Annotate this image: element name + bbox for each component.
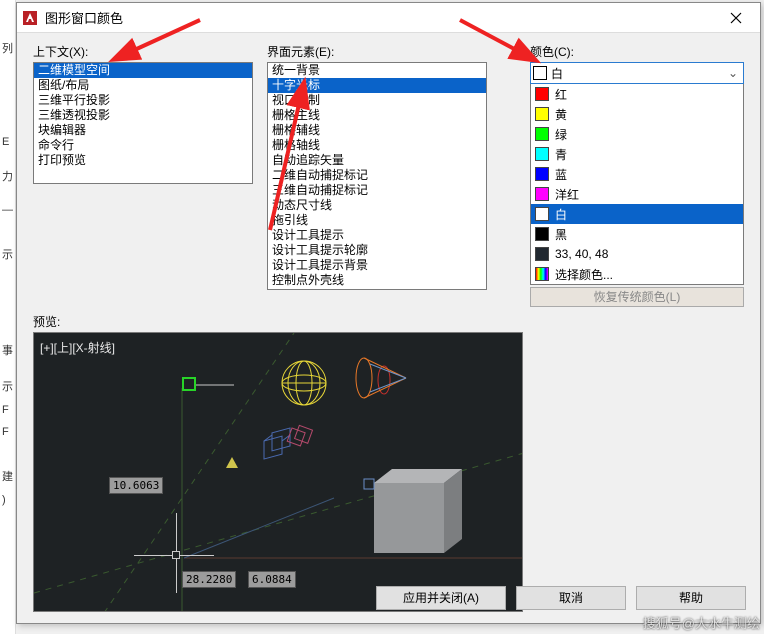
color-option-label: 蓝 [555, 166, 567, 183]
context-item[interactable]: 命令行 [34, 138, 252, 153]
color-option[interactable]: 黑 [531, 224, 743, 244]
color-swatch [535, 227, 549, 241]
color-option-label: 选择颜色... [555, 266, 613, 283]
dimension-value-3: 6.0884 [248, 571, 296, 588]
color-option-label: 红 [555, 86, 567, 103]
app-logo-icon [21, 9, 39, 27]
color-dropdown[interactable]: 红黄绿青蓝洋红白黑 33, 40, 48 选择颜色... [530, 84, 744, 285]
watermark: 搜狐号@大水牛测绘 [643, 613, 760, 632]
restore-colors-button[interactable]: 恢复传统颜色(L) [530, 287, 744, 307]
color-swatch [535, 267, 549, 281]
preview-viewport: [+][上][X-射线] [33, 332, 523, 612]
apply-close-button[interactable]: 应用并关闭(A) [376, 586, 506, 610]
color-option[interactable]: 选择颜色... [531, 264, 743, 284]
context-item[interactable]: 图纸/布局 [34, 78, 252, 93]
color-swatch [535, 187, 549, 201]
close-icon [730, 12, 742, 24]
selected-color-text: 白 [551, 65, 563, 82]
color-option-label: 33, 40, 48 [555, 247, 608, 261]
background-fragment: 列 E 力 — 示 事 示 F F 建 ) [0, 0, 16, 634]
element-item[interactable]: 栅格辅线 [268, 123, 486, 138]
color-option-label: 青 [555, 146, 567, 163]
color-swatch [535, 127, 549, 141]
element-item[interactable]: 统一背景 [268, 63, 486, 78]
titlebar: 图形窗口颜色 [17, 3, 760, 33]
color-option[interactable]: 黄 [531, 104, 743, 124]
element-item[interactable]: 自动追踪矢量 [268, 153, 486, 168]
chevron-down-icon: ⌄ [725, 66, 741, 80]
color-option-label: 黄 [555, 106, 567, 123]
element-item[interactable]: 设计工具提示背景 [268, 258, 486, 273]
color-option-label: 黑 [555, 226, 567, 243]
color-option[interactable]: 蓝 [531, 164, 743, 184]
help-button[interactable]: 帮助 [636, 586, 746, 610]
context-listbox[interactable]: 二维模型空间图纸/布局三维平行投影三维透视投影块编辑器命令行打印预览 [33, 62, 253, 184]
element-item[interactable]: 控制点外壳线 [268, 273, 486, 288]
color-label: 颜色(C): [530, 43, 744, 60]
color-option-label: 洋红 [555, 186, 579, 203]
color-swatch [535, 247, 549, 261]
color-dialog: 图形窗口颜色 上下文(X): 二维模型空间图纸/布局三维平行投影三维透视投影块编… [16, 2, 761, 624]
element-item[interactable]: 设计工具提示轮廓 [268, 243, 486, 258]
context-item[interactable]: 二维模型空间 [34, 63, 252, 78]
color-swatch [535, 87, 549, 101]
color-option-label: 绿 [555, 126, 567, 143]
color-select[interactable]: 白 ⌄ [530, 62, 744, 84]
element-item[interactable]: 十字光标 [268, 78, 486, 93]
triangle-marker [226, 457, 238, 468]
element-item[interactable]: 栅格轴线 [268, 138, 486, 153]
color-swatch [535, 107, 549, 121]
element-listbox[interactable]: 统一背景十字光标视口控制栅格主线栅格辅线栅格轴线自动追踪矢量二维自动捕捉标记三维… [267, 62, 487, 290]
close-button[interactable] [716, 4, 756, 32]
cancel-button[interactable]: 取消 [516, 586, 626, 610]
color-swatch [535, 147, 549, 161]
element-item[interactable]: 栅格主线 [268, 108, 486, 123]
element-item[interactable]: 三维自动捕捉标记 [268, 183, 486, 198]
color-option[interactable]: 33, 40, 48 [531, 244, 743, 264]
context-label: 上下文(X): [33, 43, 253, 60]
context-item[interactable]: 三维平行投影 [34, 93, 252, 108]
context-item[interactable]: 打印预览 [34, 153, 252, 168]
color-option-label: 白 [555, 206, 567, 223]
dimension-value-1: 10.6063 [109, 477, 163, 494]
color-option[interactable]: 绿 [531, 124, 743, 144]
color-option[interactable]: 白 [531, 204, 743, 224]
color-option[interactable]: 青 [531, 144, 743, 164]
color-swatch [535, 207, 549, 221]
element-item[interactable]: 拖引线 [268, 213, 486, 228]
preview-label: 预览: [33, 313, 744, 330]
context-item[interactable]: 块编辑器 [34, 123, 252, 138]
dimension-value-2: 28.2280 [182, 571, 236, 588]
context-item[interactable]: 三维透视投影 [34, 108, 252, 123]
element-item[interactable]: 二维自动捕捉标记 [268, 168, 486, 183]
element-item[interactable]: 视口控制 [268, 93, 486, 108]
color-swatch [535, 167, 549, 181]
snap-marker [182, 377, 196, 391]
element-label: 界面元素(E): [267, 43, 487, 60]
element-item[interactable]: 设计工具提示 [268, 228, 486, 243]
element-item[interactable]: 动态尺寸线 [268, 198, 486, 213]
selected-color-swatch [533, 66, 547, 80]
dialog-title: 图形窗口颜色 [45, 8, 716, 27]
color-option[interactable]: 红 [531, 84, 743, 104]
color-option[interactable]: 洋红 [531, 184, 743, 204]
